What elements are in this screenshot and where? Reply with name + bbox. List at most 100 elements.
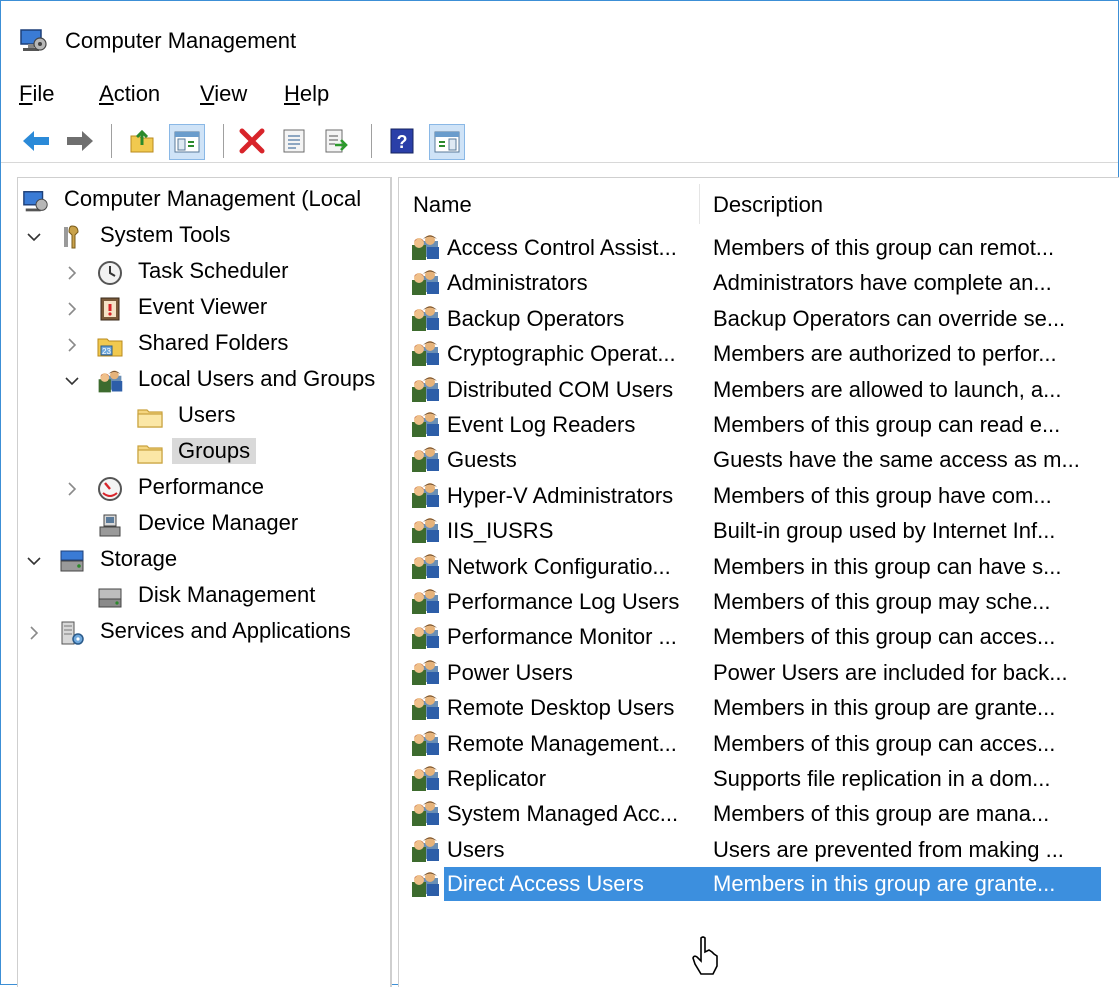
menu-view[interactable]: View [200, 81, 247, 107]
column-header-description[interactable]: Description [713, 188, 823, 222]
chevron-right-icon[interactable] [64, 265, 80, 281]
delete-button[interactable] [235, 124, 269, 158]
delete-icon [239, 128, 265, 154]
forward-button[interactable] [63, 124, 97, 158]
table-row[interactable]: Event Log Readers Members of this group c… [407, 407, 1101, 441]
column-divider[interactable] [699, 184, 700, 224]
table-row[interactable]: Backup Operators Backup Operators can ove… [407, 301, 1101, 335]
table-row[interactable]: Replicator Supports file replication in a… [407, 761, 1101, 795]
help-button[interactable]: ? [385, 124, 419, 158]
chevron-down-icon[interactable] [26, 229, 42, 245]
group-name: Administrators [447, 270, 588, 296]
group-description: Supports file replication in a dom... [713, 766, 1051, 791]
table-row[interactable]: Performance Monitor ... Members of this g… [407, 619, 1101, 653]
table-row[interactable]: Remote Management... Members of this grou… [407, 726, 1101, 760]
table-row[interactable]: Administrators Administrators have comple… [407, 265, 1101, 299]
group-icon [409, 481, 441, 509]
results-list[interactable]: Name Description Access Control Assist..… [398, 177, 1119, 987]
group-icon [409, 304, 441, 332]
toolbar-separator [111, 124, 112, 158]
table-row[interactable]: Distributed COM Users Members are allowed… [407, 372, 1101, 406]
tree-item-label: Groups [172, 438, 257, 464]
tree-item-computer-management[interactable]: Computer Management (Local [18, 184, 388, 218]
chevron-right-icon[interactable] [26, 625, 42, 641]
tree-item-storage[interactable]: Storage [18, 544, 388, 578]
table-row[interactable]: Power Users Power Users are included for … [407, 655, 1101, 689]
help-icon: ? [390, 128, 414, 154]
tree-item-label: Shared Folders [138, 330, 289, 355]
event-viewer-icon [100, 297, 120, 321]
back-button[interactable] [19, 124, 53, 158]
group-description: Members in this group can have s... [713, 553, 1062, 579]
tree-item-groups[interactable]: Groups [18, 436, 388, 470]
group-description: Members in this group are grante... [713, 695, 1056, 721]
table-row[interactable]: Direct Access Users Members in this group… [407, 867, 1101, 902]
tree-item-system-tools[interactable]: System Tools [18, 220, 388, 254]
tree-item-label: Disk Management [138, 582, 316, 607]
table-row[interactable]: Users Users are prevented from making ... [407, 832, 1101, 866]
device-manager-icon [99, 514, 121, 537]
table-row[interactable]: Guests Guests have the same access as m..… [407, 442, 1101, 476]
tree-item-performance[interactable]: Performance [18, 472, 388, 506]
toolbar-separator [223, 124, 224, 158]
group-name: Performance Monitor ... [447, 624, 677, 650]
tree-item-shared-folders[interactable]: 23 Shared Folders [18, 328, 388, 362]
group-name: Remote Management... [447, 730, 677, 756]
tree-item-disk-management[interactable]: Disk Management [18, 580, 388, 614]
show-hide-action-pane-button[interactable] [429, 124, 465, 160]
group-icon [409, 764, 441, 792]
folder-icon [136, 439, 164, 467]
group-icon [409, 268, 441, 296]
table-row[interactable]: System Managed Acc... Members of this gro… [407, 796, 1101, 830]
tree-item-local-users-and-groups[interactable]: Local Users and Groups [18, 364, 388, 398]
tree-item-services-and-applications[interactable]: Services and Applications [18, 616, 388, 650]
group-icon [409, 729, 441, 757]
properties-button[interactable] [277, 124, 311, 158]
group-description: Members of this group may sche... [713, 589, 1051, 614]
export-list-button[interactable] [319, 124, 353, 158]
group-description: Members of this group can acces... [713, 730, 1056, 756]
group-description: Members of this group can remot... [713, 235, 1055, 260]
tree-item-users[interactable]: Users [18, 400, 388, 434]
chevron-right-icon[interactable] [64, 301, 80, 317]
chevron-right-icon[interactable] [64, 481, 80, 497]
table-row[interactable]: Performance Log Users Members of this gro… [407, 584, 1101, 618]
services-applications-icon [61, 621, 84, 645]
tree-item-label: Storage [100, 546, 178, 571]
group-icon [409, 587, 441, 615]
group-description: Guests have the same access as m... [713, 447, 1080, 473]
group-name: Backup Operators [447, 305, 625, 331]
tree-item-device-manager[interactable]: Device Manager [18, 508, 388, 542]
table-row[interactable]: Access Control Assist... Members of this … [407, 230, 1101, 264]
shared-folder-icon: 23 [97, 338, 123, 357]
menu-help[interactable]: Help [284, 81, 329, 107]
column-header-name[interactable]: Name [413, 188, 472, 222]
tree-item-task-scheduler[interactable]: Task Scheduler [18, 256, 388, 290]
table-row[interactable]: Network Configuratio... Members in this g… [407, 549, 1101, 583]
table-row[interactable]: Hyper-V Administrators Members of this gr… [407, 478, 1101, 512]
console-tree[interactable]: Computer Management (Local System Tools … [17, 177, 392, 987]
menu-file[interactable]: File [19, 81, 54, 107]
tree-item-event-viewer[interactable]: Event Viewer [18, 292, 388, 326]
group-description: Members are authorized to perfor... [713, 341, 1057, 367]
group-description: Built-in group used by Internet Inf... [713, 518, 1056, 544]
up-one-level-button[interactable] [125, 124, 159, 158]
show-hide-console-tree-button[interactable] [169, 124, 205, 160]
computer-management-icon [20, 29, 47, 51]
table-row[interactable]: Remote Desktop Users Members in this grou… [407, 690, 1101, 724]
toolbar: ? [1, 118, 1118, 163]
chevron-right-icon[interactable] [64, 337, 80, 353]
group-icon [409, 445, 441, 473]
window-title: Computer Management [65, 28, 297, 53]
table-row[interactable]: IIS_IUSRS Built-in group used by Internet… [407, 513, 1101, 547]
group-name: Power Users [447, 659, 573, 685]
chevron-down-icon[interactable] [26, 553, 42, 569]
group-icon [409, 339, 441, 367]
menu-action[interactable]: Action [99, 81, 160, 107]
computer-management-icon [23, 191, 48, 212]
table-row[interactable]: Cryptographic Operat... Members are autho… [407, 336, 1101, 370]
properties-icon [283, 129, 305, 153]
title-bar[interactable]: Computer Management [1, 1, 1118, 79]
svg-text:?: ? [397, 132, 408, 152]
chevron-down-icon[interactable] [64, 373, 80, 389]
